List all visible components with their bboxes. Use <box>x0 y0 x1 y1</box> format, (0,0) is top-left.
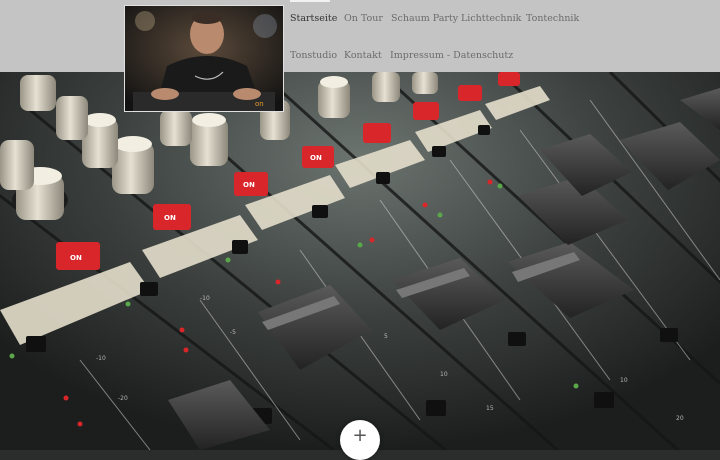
site-header: Startseite On Tour Schaum Party Lichttec… <box>0 0 720 72</box>
nav-item-lichttechnik[interactable]: Lichttechnik <box>461 13 521 25</box>
nav-item-schaum-party[interactable]: Schaum Party <box>391 13 458 25</box>
nav-item-tontechnik[interactable]: Tontechnik <box>526 13 579 25</box>
svg-text:-5: -5 <box>230 329 236 336</box>
svg-text:10: 10 <box>620 377 628 384</box>
nav-item-kontakt[interactable]: Kontakt <box>344 50 382 62</box>
svg-text:ON: ON <box>243 181 255 189</box>
svg-text:-20: -20 <box>118 395 128 402</box>
svg-text:5: 5 <box>384 333 388 340</box>
add-button[interactable]: + <box>340 420 380 460</box>
svg-text:-10: -10 <box>200 295 210 302</box>
svg-text:ON: ON <box>164 214 176 222</box>
nav-item-tonstudio[interactable]: Tonstudio <box>290 50 337 62</box>
dj-portrait-image: on <box>125 6 283 111</box>
svg-text:-10: -10 <box>96 355 106 362</box>
svg-text:ON: ON <box>310 154 322 162</box>
nav-item-startseite[interactable]: Startseite <box>290 13 337 25</box>
nav-item-impressum-datenschutz[interactable]: Impressum - Datenschutz <box>390 50 513 62</box>
svg-text:20: 20 <box>676 415 684 422</box>
plus-icon: + <box>352 425 368 446</box>
svg-text:on: on <box>255 100 264 108</box>
svg-text:ON: ON <box>70 254 82 262</box>
nav-item-on-tour[interactable]: On Tour <box>344 13 383 25</box>
svg-text:15: 15 <box>486 405 494 412</box>
site-logo-image[interactable]: on <box>124 5 284 112</box>
svg-text:10: 10 <box>440 371 448 378</box>
active-nav-indicator <box>290 0 330 2</box>
